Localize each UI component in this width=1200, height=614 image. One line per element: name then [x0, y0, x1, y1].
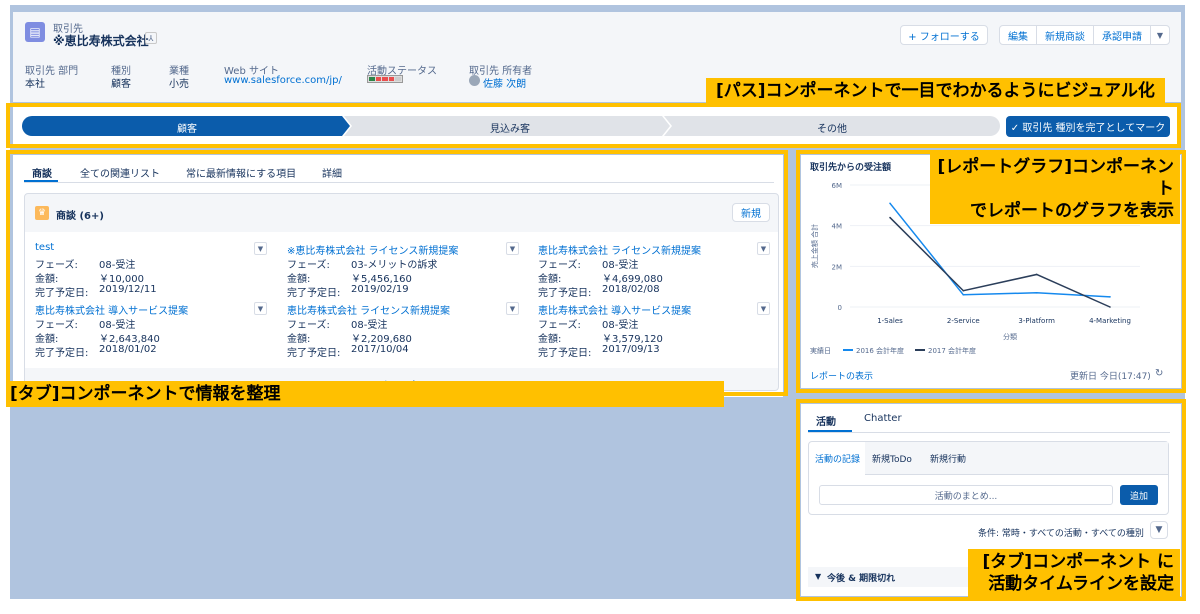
record-name: ※恵比寿株式会社 [53, 34, 149, 48]
chevron-down-icon: ▼ [1156, 30, 1164, 40]
field-value: 本社 [25, 79, 45, 90]
activity-status-indicator [367, 75, 403, 83]
website-link[interactable]: www.salesforce.com/jp/ [224, 75, 342, 86]
owner-link[interactable]: 佐藤 次朗 [483, 75, 526, 90]
approval-button[interactable]: 承認申請 [1093, 25, 1151, 45]
follow-button[interactable]: + フォローする [900, 25, 988, 45]
hierarchy-icon[interactable]: ⅄ [145, 32, 157, 44]
path-annotation: [パス]コンポーネントで一目でわかるようにビジュアル化 [706, 78, 1165, 105]
owner-avatar [469, 75, 480, 86]
activity-annotation-line1: [タブ]コンポーネント に [982, 552, 1174, 572]
chart-annotation-line2: でレポートのグラフを表示 [970, 201, 1174, 222]
tabs-highlight [6, 150, 788, 396]
chart-annotation-line1: [レポートグラフ]コンポーネント [937, 157, 1174, 200]
tabs-annotation: [タブ]コンポーネントで情報を整理 [6, 381, 724, 408]
path-highlight [6, 103, 1181, 148]
activity-annotation-line2: 活動タイムラインを設定 [988, 574, 1174, 595]
field-value: 小売 [169, 79, 189, 90]
field-value: 顧客 [111, 79, 131, 90]
activity-annotation: [タブ]コンポーネント に 活動タイムラインを設定 [968, 549, 1180, 598]
account-icon: ▤ [25, 22, 45, 42]
edit-button[interactable]: 編集 [999, 25, 1037, 45]
new-deal-button[interactable]: 新規商談 [1036, 25, 1094, 45]
more-actions-button[interactable]: ▼ [1150, 25, 1170, 45]
chart-annotation: [レポートグラフ]コンポーネント でレポートのグラフを表示 [930, 154, 1180, 225]
